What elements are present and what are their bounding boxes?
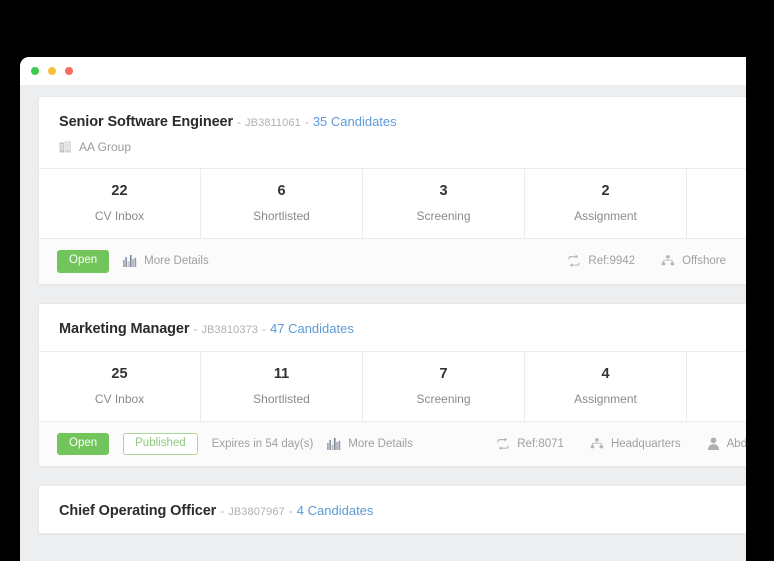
title-separator: -	[288, 504, 293, 518]
job-ref-label: Ref:8071	[517, 437, 564, 450]
job-card: Senior Software Engineer - JB3811061-35 Ca…	[38, 96, 746, 285]
title-separator: -	[193, 321, 198, 336]
job-owner-name: Abdulla	[726, 437, 746, 450]
title-separator: -	[304, 115, 309, 129]
browser-window: Senior Software Engineer - JB3811061-35 Ca…	[20, 57, 746, 561]
stat-cell[interactable]: 25 CV Inbox	[39, 351, 201, 421]
stat-value: 11	[273, 365, 290, 382]
job-ref-label: Ref:9942	[588, 255, 636, 268]
title-separator: -	[237, 115, 242, 129]
job-owner: Abdulla	[707, 437, 746, 451]
green-dot[interactable]	[31, 67, 39, 75]
job-card-header: Marketing Manager - JB3810373-47 Candidate…	[39, 304, 746, 351]
candidates-link[interactable]: 35 Candidates	[313, 114, 397, 129]
stat-label: Shortlisted	[253, 391, 310, 406]
building-icon	[59, 141, 72, 154]
job-title-line: Chief Operating Officer - JB3807967-4 Cand…	[59, 503, 746, 519]
amber-dot[interactable]	[48, 67, 56, 75]
job-reference-code: JB3811061	[245, 117, 301, 129]
job-location: Offshore	[661, 255, 726, 267]
window-titlebar	[20, 57, 746, 85]
job-reference-code: JB3810373	[201, 323, 259, 336]
stat-cell[interactable]: 11 Shortlisted	[201, 351, 363, 421]
more-details-label: More Details	[144, 255, 209, 268]
job-card-footer: Open More Details Ref:9942 Offshore	[39, 239, 746, 284]
repeat-icon	[567, 255, 581, 268]
job-location: Headquarters	[590, 438, 681, 450]
stat-label: Shortlisted	[253, 209, 310, 223]
more-details-button[interactable]: More Details	[123, 255, 209, 268]
title-separator: -	[220, 504, 225, 518]
person-icon	[707, 437, 720, 451]
more-details-label: More Details	[348, 437, 413, 450]
job-card-header: Senior Software Engineer - JB3811061-35 Ca…	[39, 97, 746, 168]
expiry-text: Expires in 54 day(s)	[211, 437, 314, 450]
bar-chart-icon	[123, 255, 137, 268]
stat-label: CV Inbox	[94, 391, 145, 406]
stat-value: 4	[601, 365, 610, 382]
job-title[interactable]: Chief Operating Officer	[59, 503, 216, 519]
bar-chart-icon	[327, 437, 341, 450]
job-title-line: Marketing Manager - JB3810373-47 Candidate…	[59, 321, 746, 337]
job-card-footer-meta: Ref:8071 Headquarters Abdulla	[496, 437, 746, 451]
job-card-footer-meta: Ref:9942 Offshore	[567, 255, 746, 268]
company-line: AA Group	[59, 140, 746, 154]
sitemap-icon	[661, 255, 675, 267]
job-location-label: Headquarters	[610, 437, 681, 450]
published-badge[interactable]: Published	[123, 432, 198, 455]
job-stats-row: 25 CV Inbox 11 Shortlisted 7 Screening 4 Assign…	[39, 350, 746, 422]
stat-label: Screening	[416, 391, 471, 406]
stat-cell[interactable]: 7 Screening	[363, 351, 525, 421]
job-stats-row: 22 CV Inbox 6 Shortlisted 3 Screening 2 Assignm…	[39, 168, 746, 239]
more-details-button[interactable]: More Details	[327, 437, 413, 450]
job-title[interactable]: Senior Software Engineer	[59, 114, 233, 130]
window-controls	[31, 67, 73, 75]
job-title[interactable]: Marketing Manager	[59, 321, 190, 337]
job-reference-code: JB3807967	[228, 506, 285, 518]
job-card: Marketing Manager - JB3810373-47 Candidate…	[38, 302, 746, 467]
job-card-footer: Open Published Expires in 54 day(s) More De…	[39, 421, 746, 466]
stat-cell[interactable]: 4 Assignment	[525, 351, 687, 421]
stat-cell[interactable]: 2 Assignment	[525, 169, 687, 238]
job-ref-number: Ref:8071	[496, 437, 564, 450]
candidates-link[interactable]: 47 Candidates	[270, 321, 354, 336]
job-title-line: Senior Software Engineer - JB3811061-35 Ca…	[59, 114, 746, 130]
repeat-icon	[496, 437, 510, 450]
company-name: AA Group	[79, 140, 132, 154]
stat-label: Assignment	[574, 209, 637, 223]
job-card: Chief Operating Officer - JB3807967-4 Cand…	[38, 485, 746, 534]
stat-label: Screening	[416, 209, 471, 223]
status-badge[interactable]: Open	[57, 250, 110, 273]
stat-cell[interactable]: 22 CV Inbox	[39, 169, 201, 238]
status-badge[interactable]: Open	[57, 432, 110, 455]
stat-cell[interactable]: I	[687, 169, 746, 238]
title-separator: -	[262, 321, 267, 336]
stat-label: I	[691, 193, 746, 207]
stat-value: 3	[439, 183, 448, 199]
stat-value: 7	[439, 365, 448, 382]
sitemap-icon	[590, 438, 604, 450]
stat-value: 6	[277, 183, 286, 199]
stat-cell[interactable]: 6 Shortlisted	[201, 169, 363, 238]
stat-value: 25	[111, 365, 128, 382]
job-card-header: Chief Operating Officer - JB3807967-4 Cand…	[39, 486, 746, 533]
stat-value: 2	[601, 183, 610, 199]
stat-label: CV Inbox	[94, 209, 145, 223]
job-list-page: Senior Software Engineer - JB3811061-35 Ca…	[20, 85, 746, 561]
stat-cell[interactable]: 3 Screening	[363, 169, 525, 238]
red-dot[interactable]	[65, 67, 73, 75]
job-location-label: Offshore	[682, 255, 726, 268]
stat-label: Assignment	[574, 391, 637, 406]
candidates-link[interactable]: 4 Candidates	[297, 503, 374, 518]
stat-label: I	[691, 376, 746, 390]
job-ref-number: Ref:9942	[567, 255, 635, 267]
stat-value: 22	[111, 183, 128, 199]
stat-cell[interactable]: I	[687, 352, 746, 421]
